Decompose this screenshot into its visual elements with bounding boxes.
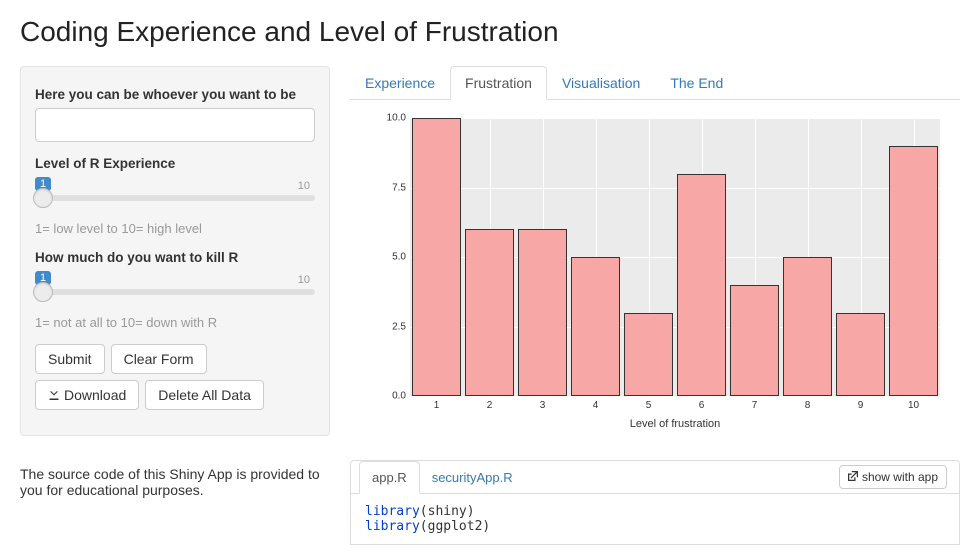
code-tab-securityapp-r[interactable]: securityApp.R [420,462,525,493]
code-tab-app-r[interactable]: app.R [359,461,420,494]
tab-visualisation[interactable]: Visualisation [547,66,655,100]
xtick-label: 10 [908,400,919,411]
plot-area: 0.02.55.07.510.012345678910 [410,118,940,396]
code-panel: app.RsecurityApp.R show with app library… [350,460,960,545]
main-row: Here you can be whoever you want to be L… [20,66,960,436]
tab-experience[interactable]: Experience [350,66,450,100]
delete-all-button[interactable]: Delete All Data [145,380,264,410]
bar-1 [412,118,461,396]
clear-button[interactable]: Clear Form [111,344,207,374]
slider2-track [35,289,315,295]
slider2-handle[interactable] [33,282,53,302]
ytick-label: 0.0 [392,391,406,402]
xtick-label: 1 [434,400,440,411]
bar-4 [571,257,620,396]
slider2-max-label: 10 [293,273,315,287]
xtick-label: 7 [752,400,758,411]
xtick-label: 9 [858,400,864,411]
show-with-app-button[interactable]: show with app [839,465,947,489]
slider1-help: 1= low level to 10= high level [35,221,315,236]
download-label: Download [64,387,126,403]
tab-the-end[interactable]: The End [655,66,738,100]
code-body: library(shiny) library(ggplot2) [351,494,959,544]
ytick-label: 7.5 [392,182,406,193]
button-row: Submit Clear Form Download Delete All Da… [35,344,315,410]
name-label: Here you can be whoever you want to be [35,87,315,102]
ytick-label: 2.5 [392,321,406,332]
bar-7 [730,285,779,396]
chart-xlabel: Level of frustration [630,418,721,430]
xtick-label: 4 [593,400,599,411]
name-input[interactable] [35,108,315,142]
xtick-label: 3 [540,400,546,411]
show-with-app-label: show with app [862,470,938,484]
bar-6 [677,174,726,396]
frustration-chart: Number of participants 0.02.55.07.510.01… [350,106,960,436]
code-tab-bar: app.RsecurityApp.R show with app [351,461,959,494]
xtick-label: 8 [805,400,811,411]
experience-slider[interactable]: 1 10 [35,179,315,215]
sidebar-panel: Here you can be whoever you want to be L… [20,66,330,436]
slider1-label: Level of R Experience [35,156,315,171]
tab-frustration[interactable]: Frustration [450,66,547,100]
page-title: Coding Experience and Level of Frustrati… [20,16,960,48]
slider1-track [35,195,315,201]
slider1-handle[interactable] [33,188,53,208]
xtick-label: 5 [646,400,652,411]
bar-8 [783,257,832,396]
popout-icon [848,470,858,484]
bar-2 [465,229,514,396]
ytick-label: 5.0 [392,252,406,263]
footer-text: The source code of this Shiny App is pro… [20,460,330,545]
download-icon [48,387,60,403]
ytick-label: 10.0 [387,113,406,124]
bar-5 [624,313,673,396]
bar-9 [836,313,885,396]
tab-bar: ExperienceFrustrationVisualisationThe En… [350,66,960,100]
slider2-help: 1= not at all to 10= down with R [35,315,315,330]
frustration-slider[interactable]: 1 10 [35,273,315,309]
main-panel: ExperienceFrustrationVisualisationThe En… [350,66,960,436]
submit-button[interactable]: Submit [35,344,105,374]
slider2-label: How much do you want to kill R [35,250,315,265]
slider1-max-label: 10 [293,179,315,193]
xtick-label: 2 [487,400,493,411]
xtick-label: 6 [699,400,705,411]
bar-3 [518,229,567,396]
bar-10 [889,146,938,396]
footer-row: The source code of this Shiny App is pro… [20,460,960,545]
download-button[interactable]: Download [35,380,139,410]
